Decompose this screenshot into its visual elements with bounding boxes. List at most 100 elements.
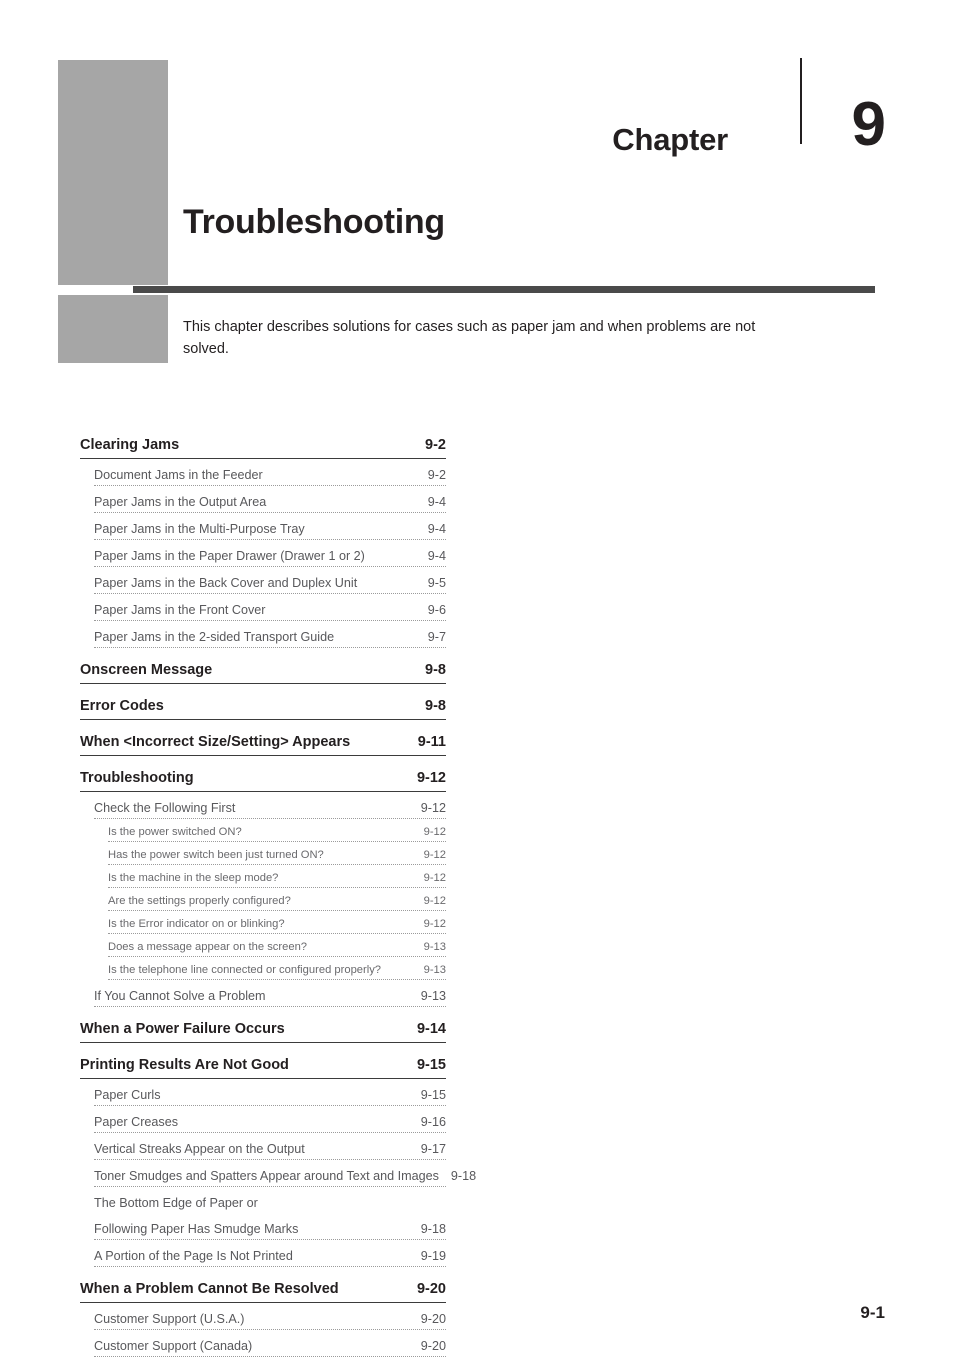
toc-entry-level-2[interactable]: Paper Jams in the Back Cover and Duplex …: [94, 576, 446, 594]
toc-entry-page-number: 9-4: [427, 549, 446, 563]
toc-entry-label: Toner Smudges and Spatters Appear around…: [94, 1169, 439, 1183]
toc-entry-page-number: 9-12: [423, 918, 446, 930]
toc-entry-page-number: 9-17: [420, 1142, 446, 1156]
toc-entry-page-number: 9-12: [420, 801, 446, 815]
toc-entry-page-number: 9-16: [420, 1115, 446, 1129]
chapter-banner-block-bottom: [58, 295, 168, 363]
toc-entry-page-number: 9-2: [427, 468, 446, 482]
toc-entry-level-1[interactable]: Error Codes 9-8: [80, 698, 446, 720]
toc-entry-level-2[interactable]: Vertical Streaks Appear on the Output 9-1…: [94, 1142, 446, 1160]
chapter-label: Chapter: [612, 122, 728, 157]
toc-entry-level-2[interactable]: Check the Following First 9-12: [94, 801, 446, 819]
toc-entry-label: Error Codes: [80, 698, 164, 714]
toc-entry-level-2[interactable]: Customer Support (U.S.A.) 9-20: [94, 1312, 446, 1330]
toc-entry-page-number: 9-13: [420, 989, 446, 1003]
toc-entry-page-number: 9-11: [417, 734, 446, 750]
toc-entry-page-number: 9-20: [420, 1339, 446, 1353]
toc-entry-page-number: 9-12: [423, 826, 446, 838]
toc-entry-level-2[interactable]: Paper Jams in the Front Cover 9-6: [94, 603, 446, 621]
toc-entry-level-2[interactable]: Paper Jams in the Output Area 9-4: [94, 495, 446, 513]
toc-entry-level-1[interactable]: Onscreen Message 9-8: [80, 662, 446, 684]
toc-entry-label: Onscreen Message: [80, 662, 213, 678]
toc-entry-page-number: 9-15: [420, 1088, 446, 1102]
toc-entry-label: Is the telephone line connected or confi…: [108, 964, 382, 976]
footer-page-number: 9-1: [860, 1303, 885, 1322]
toc-entry-level-3[interactable]: Has the power switch been just turned ON…: [108, 849, 446, 865]
toc-entry-level-1[interactable]: When <Incorrect Size/Setting> Appears 9-1…: [80, 734, 446, 756]
toc-entry-page-number: 9-12: [416, 770, 446, 786]
toc-entry-label: A Portion of the Page Is Not Printed: [94, 1249, 293, 1263]
toc-entry-label: Vertical Streaks Appear on the Output: [94, 1142, 305, 1156]
toc-entry-label: Troubleshooting: [80, 770, 194, 786]
toc-entry-label: When a Problem Cannot Be Resolved: [80, 1281, 339, 1297]
toc-entry-page-number: 9-2: [425, 437, 446, 453]
toc-entry-page-number: 9-18: [420, 1222, 446, 1236]
toc-entry-level-2[interactable]: Following Paper Has Smudge Marks 9-18: [94, 1222, 446, 1240]
toc-entry-page-number: 9-20: [416, 1281, 446, 1297]
toc-entry-label: Paper Jams in the 2-sided Transport Guid…: [94, 630, 335, 644]
toc-entry-level-3[interactable]: Is the power switched ON? 9-12: [108, 826, 446, 842]
toc-entry-label: Document Jams in the Feeder: [94, 468, 263, 482]
toc-entry-level-2[interactable]: Paper Jams in the 2-sided Transport Guid…: [94, 630, 446, 648]
toc-entry-page-number: 9-8: [425, 662, 446, 678]
toc-entry-label: Paper Jams in the Front Cover: [94, 603, 266, 617]
toc-entry-level-2[interactable]: Toner Smudges and Spatters Appear around…: [94, 1169, 476, 1187]
toc-entry-page-number: 9-12: [423, 872, 446, 884]
toc-entry-level-1[interactable]: Troubleshooting 9-12: [80, 770, 446, 792]
toc-entry-page-number: 9-12: [423, 895, 446, 907]
toc-entry-label: Paper Jams in the Output Area: [94, 495, 267, 509]
toc-entry-level-3[interactable]: Is the machine in the sleep mode? 9-12: [108, 872, 446, 888]
toc-entry-label: Paper Jams in the Paper Drawer (Drawer 1…: [94, 549, 365, 563]
toc-entry-level-3[interactable]: Are the settings properly configured? 9-1…: [108, 895, 446, 911]
chapter-heading: Chapter 9: [560, 52, 890, 157]
toc-entry-level-2[interactable]: The Bottom Edge of Paper or: [94, 1196, 446, 1213]
toc-entry-page-number: 9-19: [420, 1249, 446, 1263]
toc-entry-label: Printing Results Are Not Good: [80, 1057, 289, 1073]
toc-entry-level-2[interactable]: Paper Curls 9-15: [94, 1088, 446, 1106]
toc-entry-level-2[interactable]: Customer Support (Canada) 9-20: [94, 1339, 446, 1357]
toc-entry-level-1[interactable]: When a Power Failure Occurs 9-14: [80, 1021, 446, 1043]
toc-entry-level-2[interactable]: A Portion of the Page Is Not Printed 9-19: [94, 1249, 446, 1267]
toc-entry-label: Following Paper Has Smudge Marks: [94, 1222, 299, 1236]
chapter-vertical-divider: [800, 58, 802, 144]
toc-entry-label: Has the power switch been just turned ON…: [108, 849, 324, 861]
toc-entry-page-number: 9-8: [425, 698, 446, 714]
toc-entry-level-2[interactable]: If You Cannot Solve a Problem 9-13: [94, 989, 446, 1007]
page-title: Troubleshooting: [183, 203, 445, 241]
toc-entry-level-3[interactable]: Is the Error indicator on or blinking? 9-…: [108, 918, 446, 934]
toc-entry-level-1[interactable]: Printing Results Are Not Good 9-15: [80, 1057, 446, 1079]
chapter-horizontal-rule: [133, 286, 875, 293]
toc-entry-label: Clearing Jams: [80, 437, 180, 453]
toc-entry-level-1[interactable]: Clearing Jams 9-2: [80, 437, 446, 459]
toc-entry-page-number: 9-15: [416, 1057, 446, 1073]
toc-entry-page-number: 9-13: [423, 941, 446, 953]
toc-entry-level-2[interactable]: Paper Jams in the Multi-Purpose Tray 9-4: [94, 522, 446, 540]
chapter-banner-block-top: [58, 60, 168, 285]
toc-entry-label: Paper Creases: [94, 1115, 178, 1129]
toc-entry-level-3[interactable]: Is the telephone line connected or confi…: [108, 964, 446, 980]
toc-entry-page-number: 9-13: [423, 964, 446, 976]
toc-entry-label: Are the settings properly configured?: [108, 895, 291, 907]
toc-entry-level-1[interactable]: When a Problem Cannot Be Resolved 9-20: [80, 1281, 446, 1303]
toc-entry-page-number: 9-7: [427, 630, 446, 644]
toc-entry-label: Customer Support (Canada): [94, 1339, 253, 1353]
toc-entry-label: Is the power switched ON?: [108, 826, 242, 838]
toc-entry-page-number: 9-4: [427, 522, 446, 536]
toc-entry-label: Paper Jams in the Multi-Purpose Tray: [94, 522, 305, 536]
toc-entry-label: The Bottom Edge of Paper or: [94, 1196, 258, 1210]
toc-entry-page-number: 9-4: [427, 495, 446, 509]
toc-entry-level-2[interactable]: Paper Jams in the Paper Drawer (Drawer 1…: [94, 549, 446, 567]
toc-entry-page-number: 9-12: [423, 849, 446, 861]
chapter-intro-text: This chapter describes solutions for cas…: [183, 319, 756, 357]
toc-entry-label: When a Power Failure Occurs: [80, 1021, 285, 1037]
toc-entry-level-2[interactable]: Document Jams in the Feeder 9-2: [94, 468, 446, 486]
toc-entry-page-number: 9-6: [427, 603, 446, 617]
toc-entry-label: Customer Support (U.S.A.): [94, 1312, 245, 1326]
toc-entry-level-3[interactable]: Does a message appear on the screen? 9-13: [108, 941, 446, 957]
chapter-number: 9: [851, 90, 886, 159]
toc-entry-page-number: 9-20: [420, 1312, 446, 1326]
toc-entry-page-number: 9-5: [427, 576, 446, 590]
toc-entry-level-2[interactable]: Paper Creases 9-16: [94, 1115, 446, 1133]
toc-entry-label: Check the Following First: [94, 801, 236, 815]
toc-entry-label: When <Incorrect Size/Setting> Appears: [80, 734, 351, 750]
